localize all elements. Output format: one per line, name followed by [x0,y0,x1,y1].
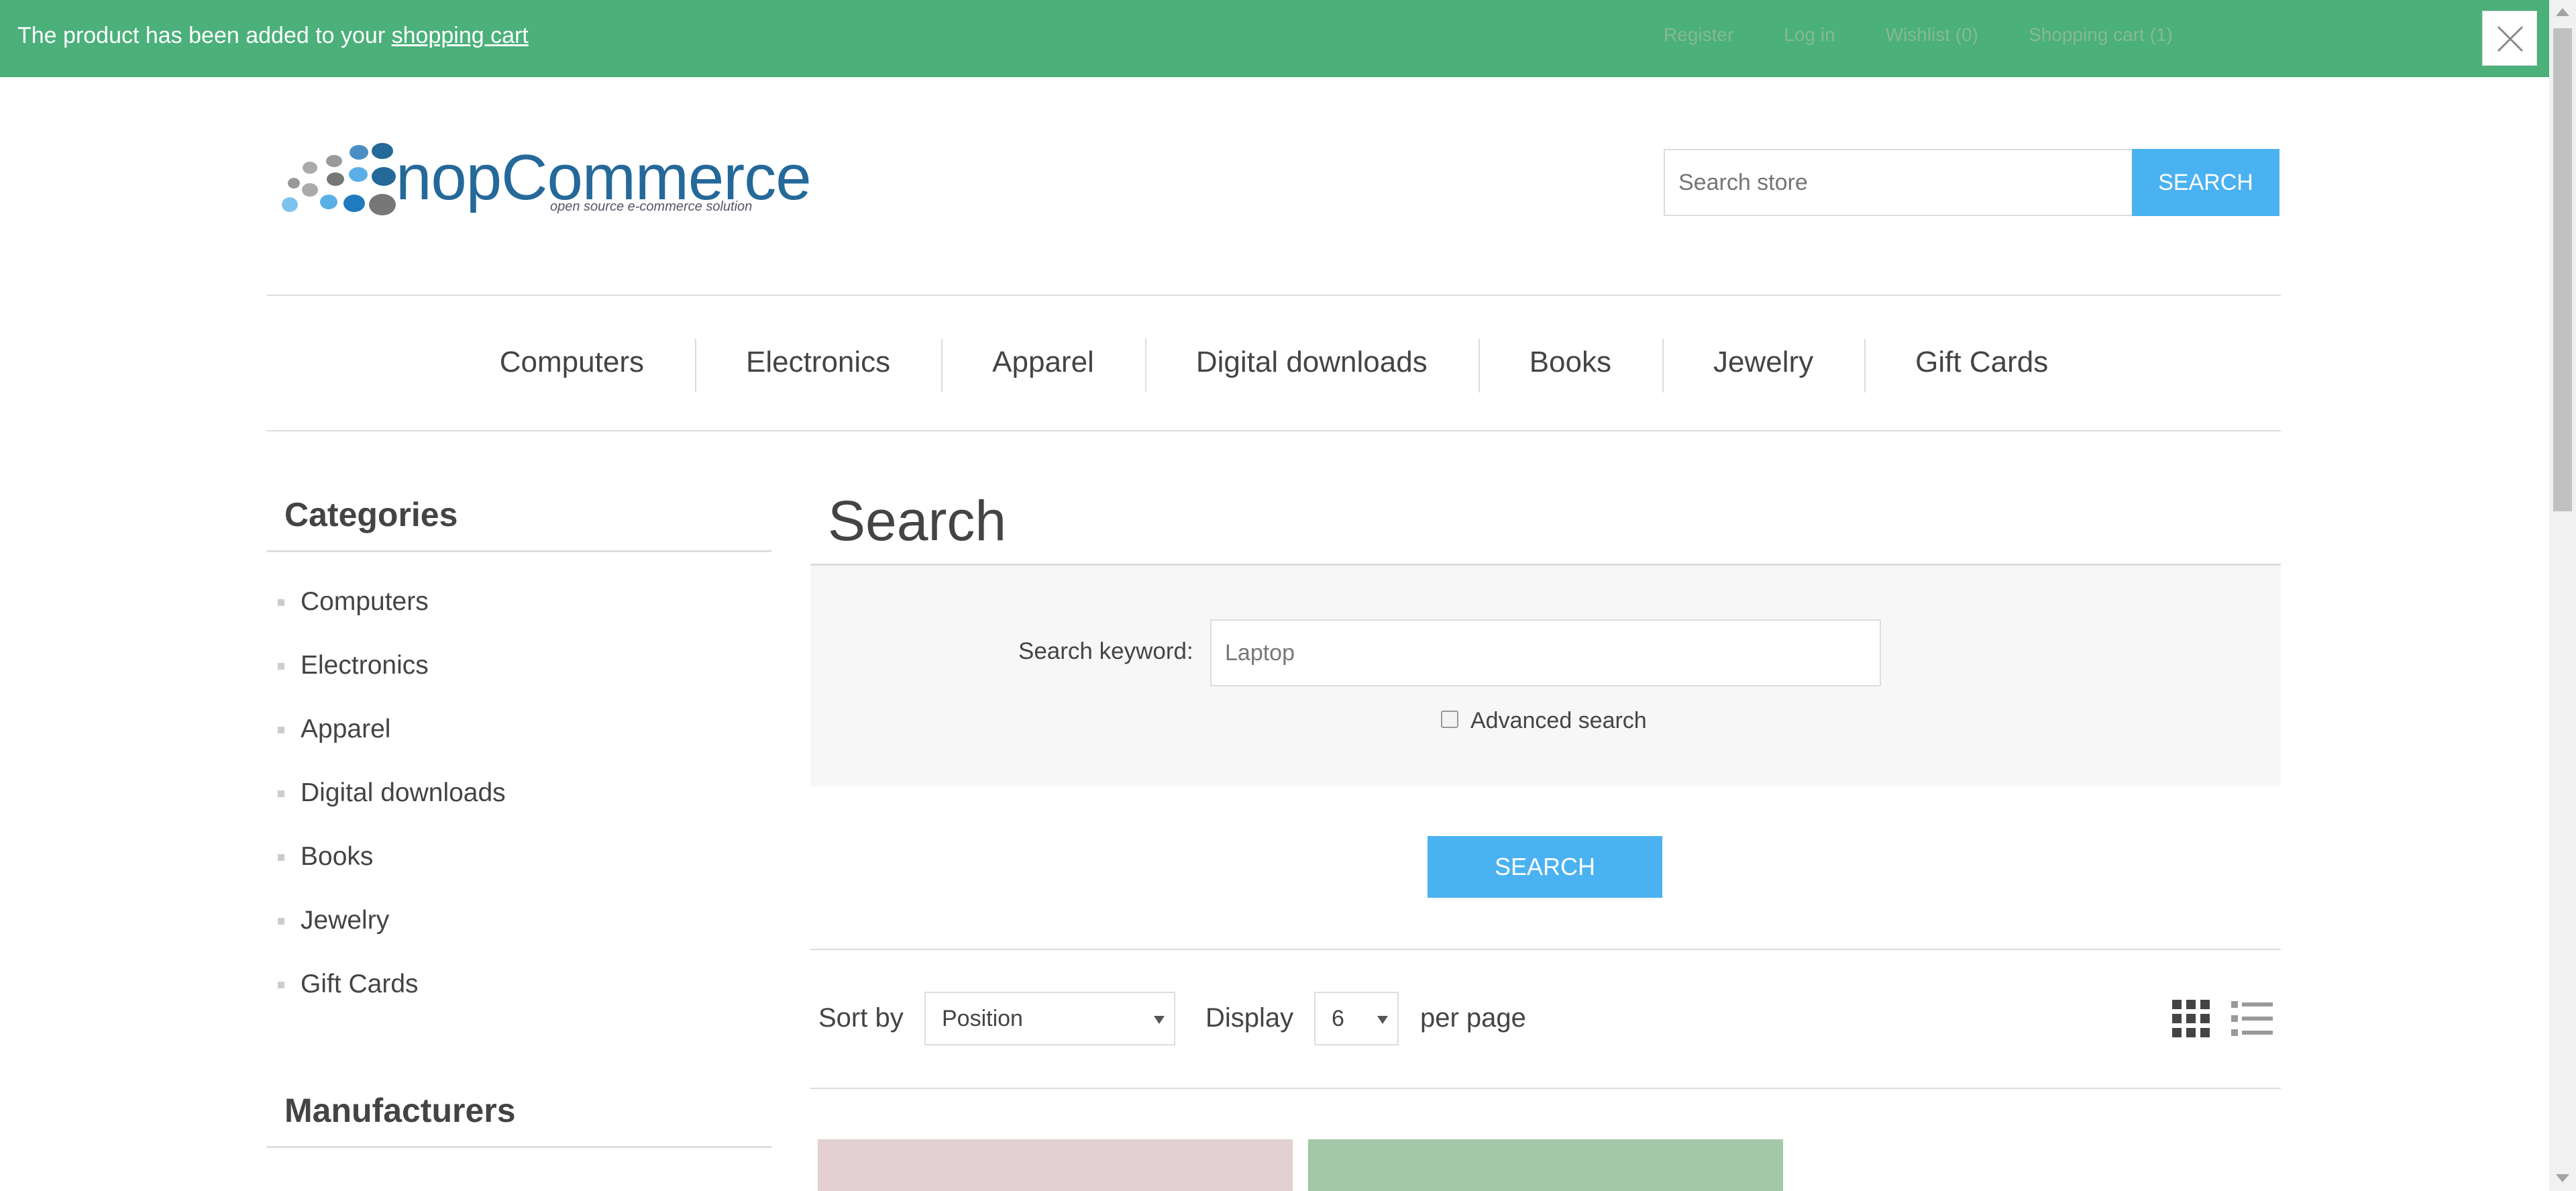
top-menu: Computers Electronics Apparel Digital do… [267,295,2281,429]
scroll-up-icon[interactable] [2556,8,2569,16]
chevron-down-icon [1154,1016,1165,1024]
advanced-search-label[interactable]: Advanced search [1470,708,1647,734]
chevron-down-icon [1377,1016,1388,1024]
menu-item-computers[interactable]: Computers [449,346,695,379]
categories-title: Categories [267,483,771,552]
login-link[interactable]: Log in [1784,24,1835,46]
category-link-computers[interactable]: Computers [267,570,771,633]
per-page-label: per page [1420,1003,1526,1033]
list-view-icon[interactable] [2231,1000,2273,1037]
scroll-down-icon[interactable] [2556,1174,2569,1182]
menu-bottom-divider [267,430,2281,431]
search-button[interactable]: SEARCH [1428,836,1662,898]
shopping-cart-link[interactable]: shopping cart [392,23,529,48]
search-store-input[interactable] [1664,149,2133,216]
shopping-cart-header-link[interactable]: Shopping cart (1) [2029,24,2173,46]
manufacturers-block: Manufacturers [267,1079,771,1148]
advanced-search-checkbox[interactable] [1441,711,1458,728]
search-input-panel: Search keyword: Advanced search [810,564,2281,786]
page-size-value: 6 [1332,1006,1344,1031]
side-column: Categories Computers Electronics Apparel… [267,483,771,1016]
menu-item-electronics[interactable]: Electronics [694,339,941,393]
menu-item-gift-cards[interactable]: Gift Cards [1864,339,2099,393]
page-scrollbar[interactable] [2549,0,2576,1191]
search-keyword-label: Search keyword: [1018,638,1193,664]
register-link[interactable]: Register [1664,24,1733,46]
menu-item-digital-downloads[interactable]: Digital downloads [1144,339,1479,393]
scrollbar-thumb[interactable] [2553,28,2572,511]
product-image-tile[interactable] [818,1139,1293,1191]
wishlist-link[interactable]: Wishlist (0) [1886,24,1978,46]
search-store-button[interactable]: SEARCH [2132,149,2279,216]
logo-dots-icon [282,143,396,215]
sort-by-value: Position [942,1006,1023,1031]
page-size-select[interactable]: 6 [1314,992,1399,1045]
close-icon [2497,25,2524,52]
page-title: Search [828,489,1007,552]
categories-block: Categories Computers Electronics Apparel… [267,483,771,1016]
grid-view-icon[interactable] [2172,1000,2210,1037]
display-label: Display [1205,1003,1294,1033]
sort-by-select[interactable]: Position [924,992,1175,1045]
notification-message: The product has been added to your shopp… [17,23,529,48]
logo-tagline: open source e-commerce solution [550,199,753,214]
search-results-divider [810,949,2281,950]
product-image-tile[interactable] [1308,1139,1783,1191]
store-logo[interactable]: nopCommerce open source e-commerce solut… [275,134,812,228]
menu-item-apparel[interactable]: Apparel [941,339,1145,393]
category-link-books[interactable]: Books [267,825,771,888]
category-link-electronics[interactable]: Electronics [267,633,771,697]
close-notification-button[interactable] [2482,11,2537,66]
search-keyword-input[interactable] [1210,619,1881,686]
manufacturers-title: Manufacturers [267,1079,771,1148]
header-links: Register Log in Wishlist (0) Shopping ca… [1664,24,2173,46]
category-link-jewelry[interactable]: Jewelry [267,888,771,952]
sort-by-label: Sort by [818,1003,904,1033]
category-link-apparel[interactable]: Apparel [267,697,771,761]
category-link-digital-downloads[interactable]: Digital downloads [267,761,771,825]
listing-divider [810,1088,2281,1089]
menu-item-jewelry[interactable]: Jewelry [1662,339,1864,393]
menu-item-books[interactable]: Books [1478,339,1662,393]
category-link-gift-cards[interactable]: Gift Cards [267,952,771,1016]
